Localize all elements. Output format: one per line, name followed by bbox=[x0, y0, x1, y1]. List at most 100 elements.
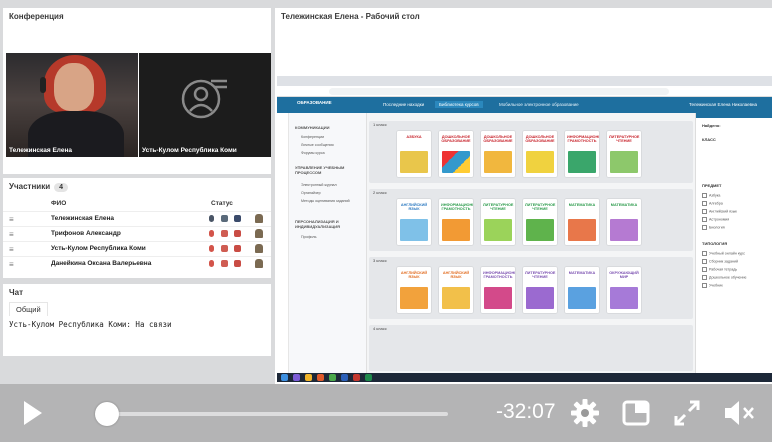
menu-icon[interactable]: ≡ bbox=[9, 245, 14, 254]
chat-title: Чат bbox=[9, 288, 23, 297]
microphone-icon[interactable] bbox=[209, 215, 214, 222]
course-card[interactable]: ЛИТЕРАТУРНОЕ ЧТЕНИЕ bbox=[523, 267, 557, 313]
menu-icon[interactable]: ≡ bbox=[9, 215, 14, 224]
user-icon bbox=[255, 244, 263, 253]
browser-toolbar bbox=[277, 86, 772, 97]
app-header: ОБРАЗОВАНИЕ Последние находки Библиотека… bbox=[277, 97, 772, 113]
microphone-off-icon[interactable] bbox=[209, 230, 214, 237]
app-center-title: Мобильное электронное образование bbox=[499, 102, 579, 107]
taskbar-app-icon[interactable] bbox=[293, 374, 300, 381]
grade-row: 4 класс bbox=[369, 325, 693, 371]
shared-screen: ОБРАЗОВАНИЕ Последние находки Библиотека… bbox=[277, 76, 772, 382]
chrome-icon[interactable] bbox=[329, 374, 336, 381]
filter-panel: Найдено: КЛАСС ПРЕДМЕТ Азбука Алгебра Ан… bbox=[695, 113, 772, 373]
user-icon bbox=[255, 259, 263, 268]
course-card[interactable]: ДОШКОЛЬНОЕ ОБРАЗОВАНИЕ bbox=[439, 131, 473, 177]
microphone-off-icon[interactable] bbox=[209, 260, 214, 267]
microphone-off-icon[interactable] bbox=[209, 245, 214, 252]
seek-bar[interactable] bbox=[104, 412, 448, 416]
play-icon[interactable] bbox=[22, 399, 44, 427]
user-avatar-icon bbox=[181, 79, 227, 119]
grade-row: 2 класс АНГЛИЙСКИЙ ЯЗЫК ИНФОРМАЦИОННАЯ Г… bbox=[369, 189, 693, 251]
participants-count-badge: 4 bbox=[54, 183, 69, 192]
menu-icon[interactable]: ≡ bbox=[9, 260, 14, 269]
grade-row: 1 класс АЗБУКА ДОШКОЛЬНОЕ ОБРАЗОВАНИЕ ДО… bbox=[369, 121, 693, 183]
mute-icon[interactable] bbox=[722, 398, 758, 428]
chat-panel: Чат Общий Усть-Кулом Республика Коми: На… bbox=[3, 284, 271, 356]
course-card[interactable]: АНГЛИЙСКИЙ ЯЗЫК bbox=[439, 267, 473, 313]
side-navigation: КОММУНИКАЦИИ Конференции Личные сообщени… bbox=[289, 113, 367, 373]
participant-row[interactable]: ≡ Данейкина Оксана Валерьевна bbox=[3, 256, 271, 270]
course-card[interactable]: ДОШКОЛЬНОЕ ОБРАЗОВАНИЕ bbox=[523, 131, 557, 177]
course-card[interactable]: МАТЕМАТИКА bbox=[565, 267, 599, 313]
participant-row[interactable]: ≡ Трифонов Александр bbox=[3, 226, 271, 240]
miniplayer-icon[interactable] bbox=[621, 398, 651, 428]
participant-name: Усть-Кулом Республика Коми bbox=[51, 245, 146, 252]
user-icon bbox=[255, 229, 263, 238]
video-player-bar: -32:07 bbox=[0, 384, 772, 442]
grade-row: 3 класс АНГЛИЙСКИЙ ЯЗЫК АНГЛИЙСКИЙ ЯЗЫК … bbox=[369, 257, 693, 319]
fullscreen-icon[interactable] bbox=[672, 398, 702, 428]
participant-name: Данейкина Оксана Валерьевна bbox=[51, 260, 152, 267]
camera-icon[interactable] bbox=[221, 215, 228, 222]
participant-name: Трифонов Александр bbox=[51, 230, 121, 237]
menu-icon[interactable]: ≡ bbox=[9, 230, 14, 239]
video-tile-elena[interactable]: Тележинская Елена bbox=[6, 53, 138, 157]
course-card[interactable]: МАТЕМАТИКА bbox=[607, 199, 641, 245]
course-card[interactable]: ИНФОРМАЦИОННАЯ ГРАМОТНОСТЬ bbox=[565, 131, 599, 177]
word-icon[interactable] bbox=[341, 374, 348, 381]
tab-course-library[interactable]: Библиотека курсов bbox=[435, 101, 483, 108]
taskbar-app-icon[interactable] bbox=[353, 374, 360, 381]
time-remaining: -32:07 bbox=[496, 400, 556, 423]
course-card[interactable]: ОКРУЖАЮЩИЙ МИР bbox=[607, 267, 641, 313]
course-card[interactable]: ЛИТЕРАТУРНОЕ ЧТЕНИЕ bbox=[607, 131, 641, 177]
desktop-share-panel: Тележинская Елена - Рабочий стол ОБРАЗОВ… bbox=[275, 8, 772, 384]
camera-off-icon[interactable] bbox=[221, 245, 228, 252]
participant-row[interactable]: ≡ Тележинская Елена bbox=[3, 211, 271, 225]
address-bar[interactable] bbox=[329, 88, 669, 95]
camera-off-icon[interactable] bbox=[221, 230, 228, 237]
course-card[interactable]: ЛИТЕРАТУРНОЕ ЧТЕНИЕ bbox=[523, 199, 557, 245]
participant-name: Тележинская Елена bbox=[51, 215, 114, 222]
seek-handle[interactable] bbox=[95, 402, 120, 426]
course-card[interactable]: МАТЕМАТИКА bbox=[565, 199, 599, 245]
column-header-status: Статус bbox=[211, 200, 233, 207]
app-logo: ОБРАЗОВАНИЕ bbox=[297, 100, 332, 105]
screen-off-icon[interactable] bbox=[234, 260, 241, 267]
conference-panel: Конференция Тележинская Елена Усть-Кулом… bbox=[3, 8, 271, 174]
folder-icon[interactable] bbox=[305, 374, 312, 381]
course-card[interactable]: ДОШКОЛЬНОЕ ОБРАЗОВАНИЕ bbox=[481, 131, 515, 177]
video-tile-name: Тележинская Елена bbox=[9, 147, 72, 154]
participant-row[interactable]: ≡ Усть-Кулом Республика Коми bbox=[3, 241, 271, 255]
course-card[interactable]: ЛИТЕРАТУРНОЕ ЧТЕНИЕ bbox=[481, 199, 515, 245]
taskbar-app-icon[interactable] bbox=[317, 374, 324, 381]
conference-title: Конференция bbox=[9, 12, 64, 21]
taskbar-app-icon[interactable] bbox=[365, 374, 372, 381]
chat-tab-general[interactable]: Общий bbox=[9, 302, 48, 316]
participants-title: Участники 4 bbox=[3, 178, 271, 196]
gear-icon[interactable] bbox=[570, 398, 600, 428]
course-card[interactable]: ИНФОРМАЦИОННАЯ ГРАМОТНОСТЬ bbox=[439, 199, 473, 245]
video-tile-name: Усть-Кулом Республика Коми bbox=[142, 147, 237, 154]
app-user-name: Тележинская Елена Николаевна bbox=[689, 102, 758, 107]
screen-off-icon[interactable] bbox=[234, 245, 241, 252]
desktop-title: Тележинская Елена - Рабочий стол bbox=[281, 12, 420, 21]
participants-panel: Участники 4 ФИО Статус ≡ Тележинская Елен… bbox=[3, 178, 271, 278]
camera-off-icon[interactable] bbox=[221, 260, 228, 267]
course-card[interactable]: ИНФОРМАЦИОННАЯ ГРАМОТНОСТЬ bbox=[481, 267, 515, 313]
video-tile-ust-kulom[interactable]: Усть-Кулом Республика Коми bbox=[139, 53, 271, 157]
course-card[interactable]: АНГЛИЙСКИЙ ЯЗЫК bbox=[397, 267, 431, 313]
course-card[interactable]: АНГЛИЙСКИЙ ЯЗЫК bbox=[397, 199, 431, 245]
user-icon bbox=[255, 214, 263, 223]
column-header-name: ФИО bbox=[51, 200, 67, 207]
screen-icon[interactable] bbox=[234, 215, 241, 222]
icon-rail bbox=[277, 113, 289, 373]
screen-off-icon[interactable] bbox=[234, 230, 241, 237]
browser-tabs bbox=[277, 76, 772, 86]
course-card[interactable]: АЗБУКА bbox=[397, 131, 431, 177]
start-icon[interactable] bbox=[281, 374, 288, 381]
chat-message: Усть-Кулом Республика Коми: На связи bbox=[9, 320, 172, 329]
tab-recent-finds[interactable]: Последние находки bbox=[379, 101, 428, 108]
windows-taskbar bbox=[277, 373, 772, 382]
course-library: 1 класс АЗБУКА ДОШКОЛЬНОЕ ОБРАЗОВАНИЕ ДО… bbox=[367, 113, 695, 373]
